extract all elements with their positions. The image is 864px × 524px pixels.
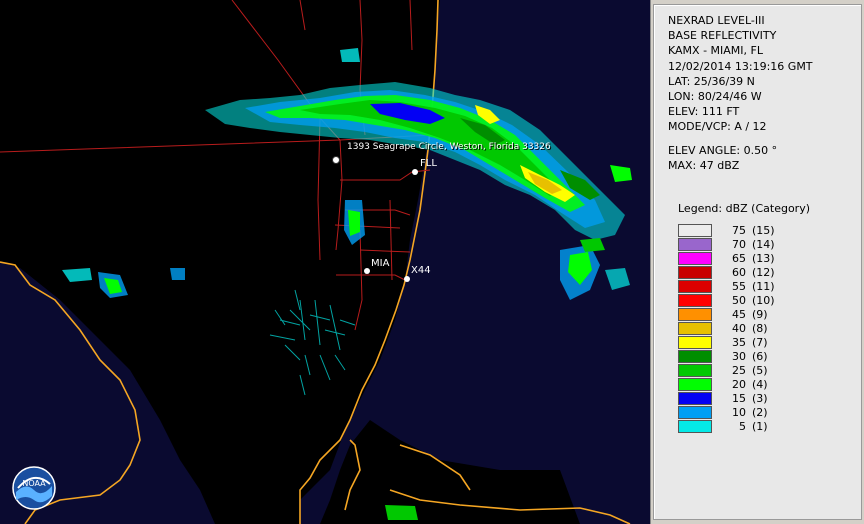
legend-swatch xyxy=(678,265,712,279)
legend-swatch xyxy=(678,363,712,377)
elev-angle: ELEV ANGLE: 0.50 ° xyxy=(668,143,778,157)
legend-swatch xyxy=(678,419,712,433)
legend-row: 10 (2) xyxy=(678,405,775,419)
legend-category: (7) xyxy=(752,335,768,349)
legend-category: (1) xyxy=(752,419,768,433)
legend-value: 30 xyxy=(732,349,746,363)
legend-category: (5) xyxy=(752,363,768,377)
legend-category: (11) xyxy=(752,279,775,293)
fll-label: FLL xyxy=(420,158,437,169)
legend-swatch xyxy=(678,307,712,321)
legend-category: (14) xyxy=(752,237,775,251)
legend-swatch xyxy=(678,223,712,237)
mia-marker xyxy=(364,268,370,274)
legend-category: (9) xyxy=(752,307,768,321)
latitude: LAT: 25/36/39 N xyxy=(668,74,755,88)
legend-row: 70 (14) xyxy=(678,237,775,251)
info-panel: NEXRAD LEVEL-III BASE REFLECTIVITY KAMX … xyxy=(653,4,862,520)
fll-marker xyxy=(412,169,418,175)
longitude: LON: 80/24/46 W xyxy=(668,90,762,104)
legend-value: 5 xyxy=(739,419,746,433)
radar-info: NEXRAD LEVEL-III BASE REFLECTIVITY KAMX … xyxy=(668,13,813,173)
legend-category: (4) xyxy=(752,377,768,391)
legend-value: 40 xyxy=(732,321,746,335)
legend-swatch xyxy=(678,293,712,307)
legend-value: 10 xyxy=(732,405,746,419)
product-type: BASE REFLECTIVITY xyxy=(668,29,777,43)
elevation: ELEV: 111 FT xyxy=(668,105,740,119)
legend-row: 40 (8) xyxy=(678,321,775,335)
legend-value: 75 xyxy=(732,223,746,237)
x44-marker xyxy=(404,276,410,282)
legend-value: 60 xyxy=(732,265,746,279)
legend-category: (2) xyxy=(752,405,768,419)
legend-row: 45 (9) xyxy=(678,307,775,321)
legend-value: 15 xyxy=(732,391,746,405)
legend-value: 25 xyxy=(732,363,746,377)
legend-swatch xyxy=(678,321,712,335)
legend-swatch xyxy=(678,349,712,363)
mode-vcp: MODE/VCP: A / 12 xyxy=(668,120,767,134)
legend-row: 5 (1) xyxy=(678,419,775,433)
legend-value: 50 xyxy=(732,293,746,307)
timestamp: 12/02/2014 13:19:16 GMT xyxy=(668,59,813,73)
legend-value: 45 xyxy=(732,307,746,321)
legend-swatch xyxy=(678,251,712,265)
noaa-logo-text: NOAA xyxy=(22,479,46,488)
legend-row: 25 (5) xyxy=(678,363,775,377)
legend-swatch xyxy=(678,237,712,251)
legend-value: 55 xyxy=(732,279,746,293)
legend-row: 75 (15) xyxy=(678,223,775,237)
legend-row: 30 (6) xyxy=(678,349,775,363)
legend-swatch xyxy=(678,279,712,293)
legend-row: 60 (12) xyxy=(678,265,775,279)
max-dbz: MAX: 47 dBZ xyxy=(668,158,740,172)
legend-row: 35 (7) xyxy=(678,335,775,349)
legend-title: Legend: dBZ (Category) xyxy=(678,202,810,215)
legend-category: (3) xyxy=(752,391,768,405)
noaa-logo: NOAA xyxy=(12,466,56,510)
map-canvas xyxy=(0,0,650,524)
legend-row: 20 (4) xyxy=(678,377,775,391)
legend-category: (10) xyxy=(752,293,775,307)
legend-value: 20 xyxy=(732,377,746,391)
legend-value: 65 xyxy=(732,251,746,265)
legend: 75 (15) 70 (14) 65 (13) 60 (12) 55 (11) 50 (10) 45 (9… xyxy=(678,223,775,433)
product-line: NEXRAD LEVEL-III xyxy=(668,14,765,27)
radar-map[interactable]: 1393 Seagrape Circle, Weston, Florida 33… xyxy=(0,0,651,524)
legend-category: (13) xyxy=(752,251,775,265)
weston-marker xyxy=(332,156,340,164)
legend-row: 65 (13) xyxy=(678,251,775,265)
mia-label: MIA xyxy=(371,258,390,269)
legend-row: 55 (11) xyxy=(678,279,775,293)
legend-category: (12) xyxy=(752,265,775,279)
legend-row: 15 (3) xyxy=(678,391,775,405)
legend-swatch xyxy=(678,405,712,419)
legend-value: 70 xyxy=(732,237,746,251)
legend-swatch xyxy=(678,391,712,405)
x44-label: X44 xyxy=(411,265,431,276)
legend-value: 35 xyxy=(732,335,746,349)
legend-swatch xyxy=(678,335,712,349)
address-label: 1393 Seagrape Circle, Weston, Florida 33… xyxy=(347,142,551,152)
legend-row: 50 (10) xyxy=(678,293,775,307)
legend-category: (8) xyxy=(752,321,768,335)
legend-category: (6) xyxy=(752,349,768,363)
station-name: KAMX - MIAMI, FL xyxy=(668,44,763,58)
legend-swatch xyxy=(678,377,712,391)
legend-category: (15) xyxy=(752,223,775,237)
